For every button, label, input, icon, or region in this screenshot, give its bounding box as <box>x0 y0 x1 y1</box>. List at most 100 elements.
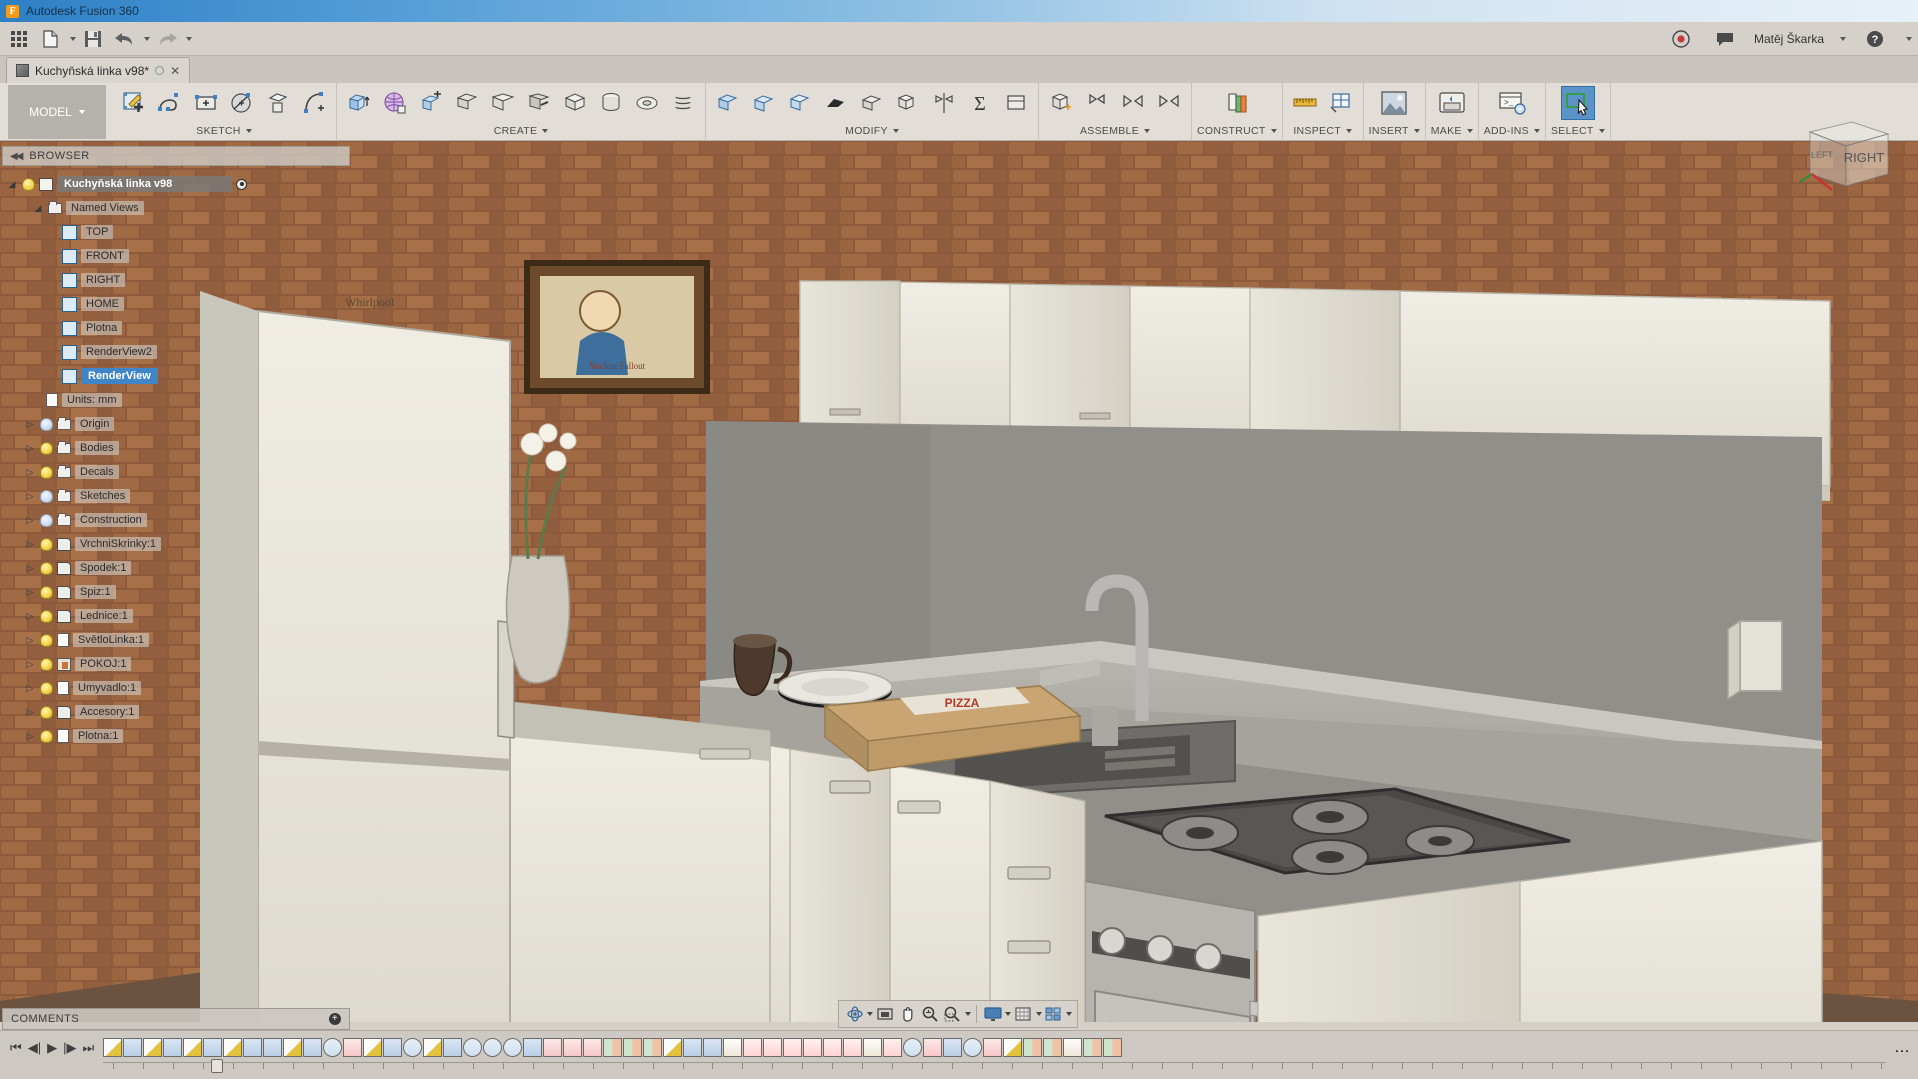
save-icon[interactable] <box>78 25 108 53</box>
3d-print-icon[interactable] <box>1435 86 1469 120</box>
timeline-feature-sketch[interactable] <box>1003 1037 1023 1057</box>
addins-caret-icon[interactable] <box>1534 129 1540 133</box>
timeline-feature-extrude[interactable] <box>203 1037 223 1057</box>
expand-arrow-icon[interactable]: ▷ <box>24 490 36 502</box>
redo-icon[interactable] <box>152 25 182 53</box>
expand-arrow-icon[interactable]: ▷ <box>24 610 36 622</box>
press-pull-icon[interactable] <box>711 86 745 120</box>
workspace-mode-button[interactable]: MODEL <box>8 85 106 139</box>
timeline-feature-paint[interactable] <box>983 1037 1003 1057</box>
timeline-feature-extrude[interactable] <box>683 1037 703 1057</box>
timeline-feature-chamfer[interactable] <box>623 1037 643 1057</box>
cylinder-icon[interactable] <box>594 86 628 120</box>
scale-icon[interactable] <box>855 86 889 120</box>
visibility-bulb-icon[interactable] <box>40 537 53 551</box>
zoom-window-caret-icon[interactable] <box>964 1012 971 1016</box>
timeline-feature-combine[interactable] <box>483 1037 503 1057</box>
combine-icon[interactable] <box>891 86 925 120</box>
revolve-icon[interactable] <box>378 86 412 120</box>
timeline-feature-offset[interactable] <box>1063 1037 1083 1057</box>
change-parameters-icon[interactable]: Σ <box>963 86 997 120</box>
grid-snaps-icon[interactable] <box>1012 1003 1033 1025</box>
tree-node-spodek[interactable]: ▷ Spodek:1 <box>6 556 336 580</box>
workspace-caret-icon[interactable] <box>78 110 85 114</box>
extrude-icon[interactable] <box>342 86 376 120</box>
expand-arrow-icon[interactable]: ▷ <box>24 442 36 454</box>
ribbon-panel-label-inspect[interactable]: INSPECT <box>1293 123 1352 139</box>
expand-arrow-icon[interactable]: ▷ <box>24 634 36 646</box>
user-name[interactable]: Matěj Škarka <box>1754 32 1824 46</box>
zoom-window-icon[interactable] <box>942 1003 963 1025</box>
visibility-bulb-icon[interactable] <box>40 465 53 479</box>
new-file-caret-icon[interactable] <box>70 36 76 41</box>
expand-arrow-icon[interactable]: ▷ <box>24 706 36 718</box>
timeline-feature-revolve[interactable] <box>823 1037 843 1057</box>
display-settings-caret-icon[interactable] <box>1005 1012 1012 1016</box>
app-grid-icon[interactable] <box>4 25 34 53</box>
step-forward-icon[interactable]: |▶ <box>63 1040 76 1056</box>
timeline-feature-chamfer[interactable] <box>603 1037 623 1057</box>
rectangle-icon[interactable] <box>189 86 223 120</box>
timeline-feature-extrude[interactable] <box>943 1037 963 1057</box>
ribbon-panel-label-select[interactable]: SELECT <box>1551 123 1605 139</box>
motion-link-icon[interactable] <box>1152 86 1186 120</box>
orbit-caret-icon[interactable] <box>867 1012 874 1016</box>
timeline-feature-extrude[interactable] <box>523 1037 543 1057</box>
tree-node-origin[interactable]: ▷ Origin <box>6 412 336 436</box>
ribbon-panel-label-addins[interactable]: ADD-INS <box>1484 123 1540 139</box>
create-sketch-icon[interactable] <box>117 86 151 120</box>
root-activate-icon[interactable] <box>236 178 248 190</box>
look-at-icon[interactable] <box>874 1003 895 1025</box>
ribbon-panel-label-make[interactable]: MAKE <box>1431 123 1473 139</box>
timeline-feature-extrude[interactable] <box>383 1037 403 1057</box>
split-body-icon[interactable] <box>927 86 961 120</box>
comments-panel[interactable]: COMMENTS + <box>2 1008 350 1030</box>
circle-icon[interactable] <box>225 86 259 120</box>
timeline-feature-revolve[interactable] <box>843 1037 863 1057</box>
timeline-feature-sketch[interactable] <box>143 1037 163 1057</box>
collapse-panel-icon[interactable]: ◀◀ <box>10 151 23 162</box>
timeline-feature-mirror[interactable] <box>1083 1037 1103 1057</box>
timeline-feature-sketch[interactable] <box>223 1037 243 1057</box>
tree-node-decals[interactable]: ▷ Decals <box>6 460 336 484</box>
close-icon[interactable]: ✕ <box>170 64 180 78</box>
pipe-icon[interactable] <box>522 86 556 120</box>
timeline-feature-sketch[interactable] <box>283 1037 303 1057</box>
ribbon-panel-label-construct[interactable]: CONSTRUCT <box>1197 123 1277 139</box>
orbit-icon[interactable] <box>844 1003 865 1025</box>
timeline-feature-sketch[interactable] <box>103 1037 123 1057</box>
visibility-bulb-icon[interactable] <box>40 585 53 599</box>
go-to-beginning-icon[interactable]: ⏮ <box>10 1040 22 1056</box>
visibility-bulb-icon[interactable] <box>40 657 53 671</box>
timeline-feature-extrude[interactable] <box>703 1037 723 1057</box>
display-settings-icon[interactable] <box>982 1003 1003 1025</box>
ribbon-panel-label-assemble[interactable]: ASSEMBLE <box>1080 123 1150 139</box>
spline-icon[interactable] <box>153 86 187 120</box>
timeline-feature-revolve[interactable] <box>763 1037 783 1057</box>
timeline-feature-offset[interactable] <box>863 1037 883 1057</box>
tree-node-units[interactable]: Units: mm <box>6 388 336 412</box>
ribbon-panel-label-insert[interactable]: INSERT <box>1369 123 1420 139</box>
viewports-caret-icon[interactable] <box>1065 1012 1072 1016</box>
expand-arrow-icon[interactable]: ▷ <box>24 586 36 598</box>
tree-node-umyvadlo[interactable]: ▷ Umyvadlo:1 <box>6 676 336 700</box>
arc-icon[interactable] <box>297 86 331 120</box>
make-caret-icon[interactable] <box>1466 129 1473 133</box>
tree-node-named-views[interactable]: ◢ Named Views <box>6 196 336 220</box>
ribbon-panel-label-sketch[interactable]: SKETCH <box>196 123 252 139</box>
measure-icon[interactable] <box>1288 86 1322 120</box>
timeline-feature-offset[interactable] <box>723 1037 743 1057</box>
timeline-feature-revolve[interactable] <box>743 1037 763 1057</box>
fillet-icon[interactable] <box>747 86 781 120</box>
timeline-feature-mirror[interactable] <box>1043 1037 1063 1057</box>
expand-arrow-icon[interactable]: ◢ <box>6 178 18 190</box>
expand-arrow-icon[interactable]: ▷ <box>24 514 36 526</box>
insert-caret-icon[interactable] <box>1413 129 1420 133</box>
timeline-feature-chamfer[interactable] <box>643 1037 663 1057</box>
tree-node-bodies[interactable]: ▷ Bodies <box>6 436 336 460</box>
tree-node-vrchniskrinky[interactable]: ▷ VrchniSkrinky:1 <box>6 532 336 556</box>
scripts-and-addins-icon[interactable]: >_ <box>1495 86 1529 120</box>
tree-node-pokoj[interactable]: ▷ POKOJ:1 <box>6 652 336 676</box>
timeline-feature-extrude[interactable] <box>243 1037 263 1057</box>
timeline-feature-paint[interactable] <box>923 1037 943 1057</box>
